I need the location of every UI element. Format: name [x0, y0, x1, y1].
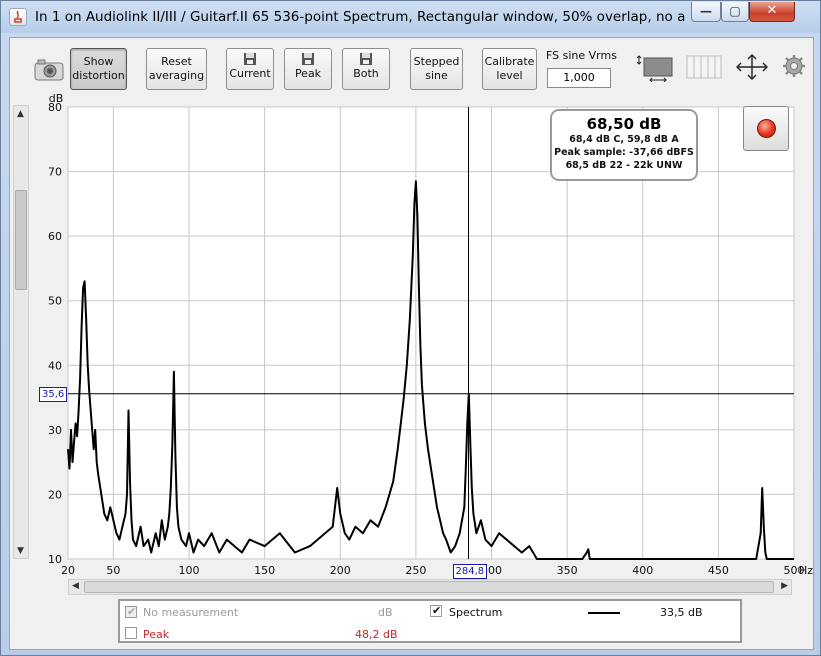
spectrum-checkbox[interactable]: [430, 604, 442, 617]
app-icon[interactable]: [9, 8, 27, 26]
y-tick-label: 60: [48, 230, 62, 243]
y-tick-label: 10: [48, 553, 62, 566]
peak-value: 48,2 dB: [355, 628, 398, 641]
x-tick-label: 150: [254, 564, 275, 577]
x-tick-label: 450: [708, 564, 729, 577]
x-tick-label: 20: [61, 564, 75, 577]
x-tick-label: 100: [179, 564, 200, 577]
weighted-level: 68,4 dB C, 59,8 dB A: [569, 134, 679, 145]
main-panel: Show distortion Reset averaging Current …: [9, 37, 814, 650]
record-icon: [757, 119, 776, 138]
x-tick-label: 350: [557, 564, 578, 577]
minimize-button[interactable]: —: [691, 2, 721, 22]
x-axis-unit: Hz: [799, 564, 813, 577]
app-window: In 1 on Audiolink II/III / Guitarf.II 65…: [0, 0, 821, 656]
peak-label: Peak: [143, 628, 170, 641]
y-tick-label: 20: [48, 488, 62, 501]
x-tick-label: 200: [330, 564, 351, 577]
peak-sample: Peak sample: -37,66 dBFS: [554, 147, 694, 158]
record-button[interactable]: [743, 106, 789, 151]
no-measurement-value: dB: [378, 606, 393, 619]
y-tick-label: 30: [48, 424, 62, 437]
no-measurement-checkbox[interactable]: [125, 605, 137, 618]
horizontal-scrollbar[interactable]: ◀ ▶: [68, 579, 792, 595]
x-tick-label: 400: [632, 564, 653, 577]
level-readout: 68,50 dB 68,4 dB C, 59,8 dB A Peak sampl…: [550, 109, 698, 181]
y-tick-label: 40: [48, 359, 62, 372]
cursor-x-readout: 284,8: [452, 564, 488, 579]
minimize-icon: —: [700, 4, 712, 18]
spectrum-label: Spectrum: [449, 606, 503, 619]
close-icon: ✕: [766, 3, 778, 18]
maximize-icon: ▢: [729, 4, 741, 18]
y-axis-label: dB: [49, 92, 64, 105]
title-bar[interactable]: In 1 on Audiolink II/III / Guitarf.II 65…: [1, 1, 820, 33]
spectrum-value: 33,5 dB: [660, 606, 703, 619]
close-button[interactable]: ✕: [749, 2, 795, 22]
no-measurement-label: No measurement: [143, 606, 239, 619]
x-tick-label: 250: [405, 564, 426, 577]
x-tick-label: 50: [106, 564, 120, 577]
peak-checkbox[interactable]: [125, 627, 137, 639]
legend-panel: No measurement dB Spectrum 33,5 dB Peak …: [118, 599, 742, 643]
unweighted-level: 68,5 dB 22 - 22k UNW: [565, 160, 683, 171]
y-tick-label: 70: [48, 166, 62, 179]
y-tick-label: 50: [48, 295, 62, 308]
maximize-button[interactable]: ▢: [721, 2, 749, 22]
horizontal-scroll-thumb[interactable]: [84, 581, 774, 593]
scroll-right-icon[interactable]: ▶: [781, 581, 788, 591]
window-title: In 1 on Audiolink II/III / Guitarf.II 65…: [35, 9, 685, 25]
spectrum-swatch: [588, 612, 620, 614]
level-value: 68,50 dB: [586, 115, 662, 133]
cursor-y-readout: 35,6: [39, 386, 68, 402]
scroll-left-icon[interactable]: ◀: [72, 581, 79, 591]
